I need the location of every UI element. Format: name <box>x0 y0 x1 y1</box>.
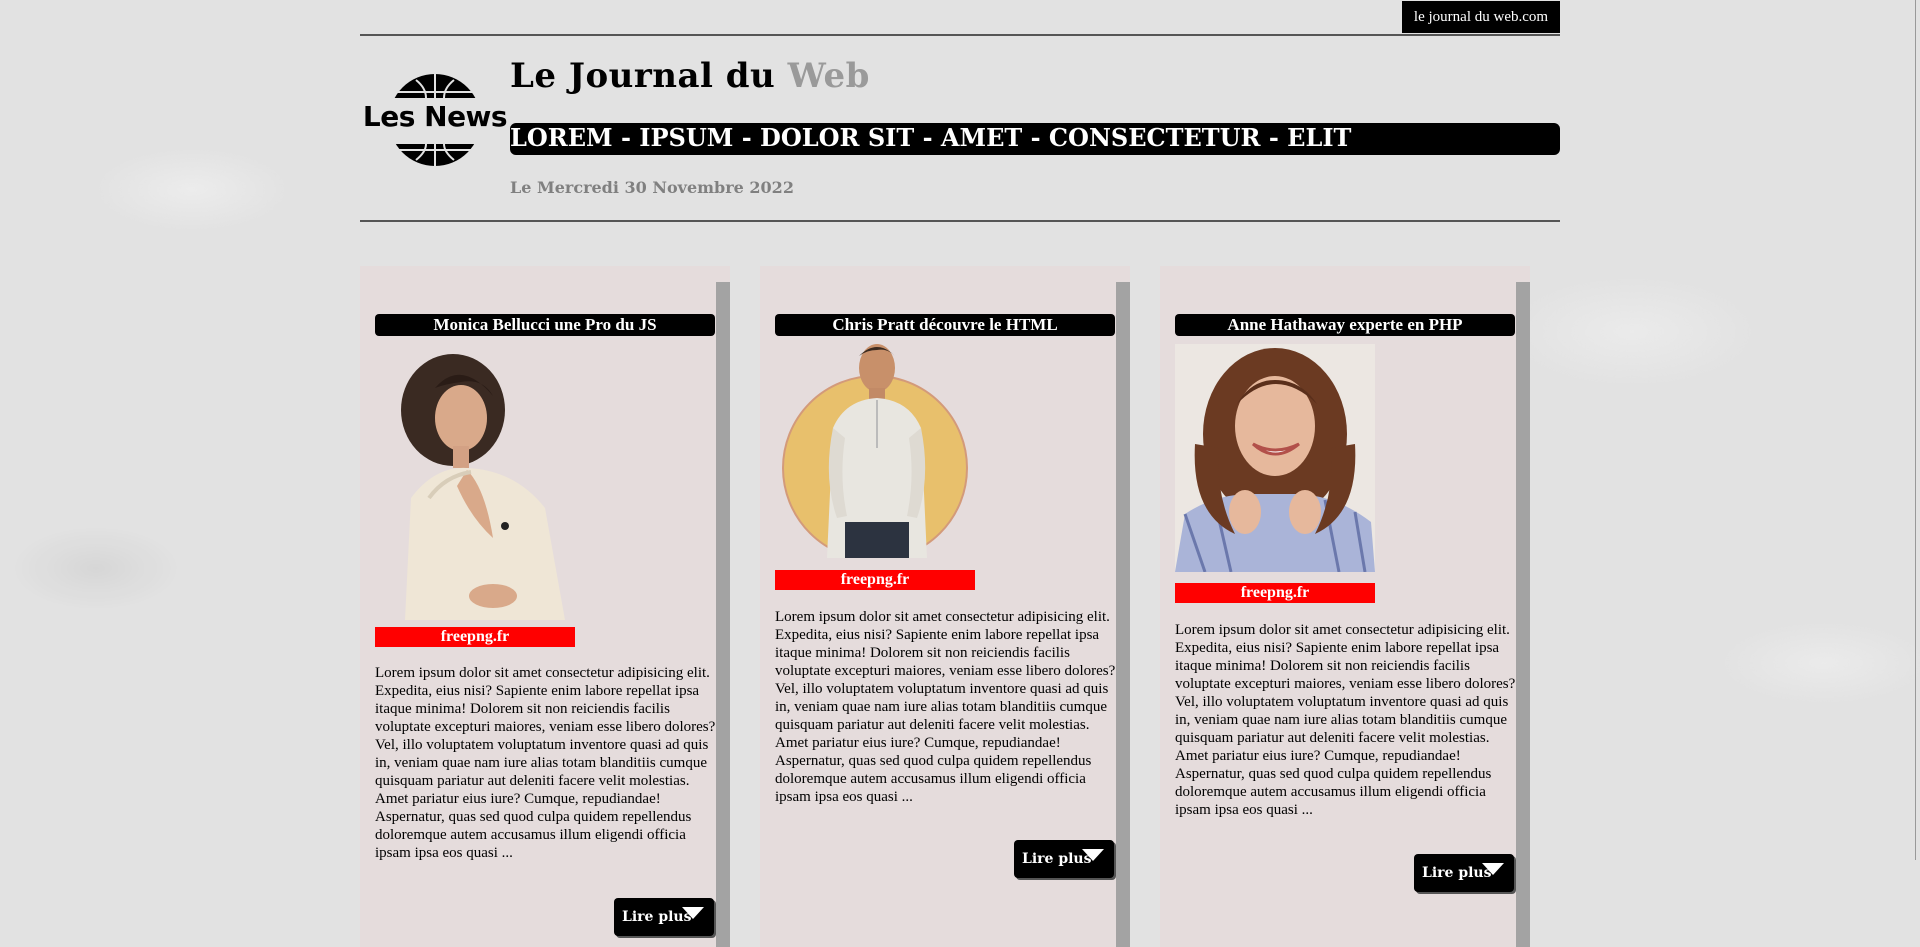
person-photo-icon <box>401 354 565 620</box>
title-accent: Web <box>787 56 870 96</box>
caret-down-icon <box>1482 863 1504 875</box>
header-top-divider <box>360 34 1560 36</box>
article-title: Anne Hathaway experte en PHP <box>1175 314 1515 337</box>
logo-text: Les News <box>362 100 508 133</box>
article-title: Chris Pratt découvre le HTML <box>775 314 1115 337</box>
page-title: Le Journal du Web <box>510 56 870 96</box>
article-card: Chris Pratt découvre le HTML freepng.fr … <box>760 266 1130 947</box>
page-scrollbar[interactable] <box>1915 0 1916 860</box>
article-title: Monica Bellucci une Pro du JS <box>375 314 715 337</box>
article-photo <box>375 348 575 620</box>
article-body: Lorem ipsum dolor sit amet consectetur a… <box>375 665 716 861</box>
site-logo[interactable]: Les News <box>360 62 510 178</box>
article-body: Lorem ipsum dolor sit amet consectetur a… <box>775 609 1116 805</box>
photo-credit[interactable]: freepng.fr <box>775 570 975 590</box>
person-photo-icon <box>782 344 968 558</box>
photo-credit[interactable]: freepng.fr <box>1175 583 1375 603</box>
article-card: Monica Bellucci une Pro du JS freepng.fr… <box>360 266 730 947</box>
article-body: Lorem ipsum dolor sit amet consectetur a… <box>1175 622 1516 818</box>
publication-date: Le Mercredi 30 Novembre 2022 <box>510 178 794 197</box>
caret-down-icon <box>682 907 704 919</box>
article-photo <box>775 338 975 558</box>
main-nav[interactable]: LOREM - IPSUM - DOLOR SIT - AMET - CONSE… <box>510 123 1560 155</box>
article-card: Anne Hathaway experte en PHP freepng.fr … <box>1160 266 1530 947</box>
read-more-button[interactable]: Lire plus <box>614 898 714 936</box>
nav-text[interactable]: LOREM - IPSUM - DOLOR SIT - AMET - CONSE… <box>510 123 1351 152</box>
person-photo-icon <box>1175 344 1375 572</box>
read-more-button[interactable]: Lire plus <box>1414 854 1514 892</box>
header-bottom-divider <box>360 220 1560 222</box>
photo-credit[interactable]: freepng.fr <box>375 627 575 647</box>
caret-down-icon <box>1082 849 1104 861</box>
site-link[interactable]: le journal du web.com <box>1402 1 1560 33</box>
article-photo <box>1175 344 1375 572</box>
read-more-button[interactable]: Lire plus <box>1014 840 1114 878</box>
title-main: Le Journal du <box>510 56 788 96</box>
